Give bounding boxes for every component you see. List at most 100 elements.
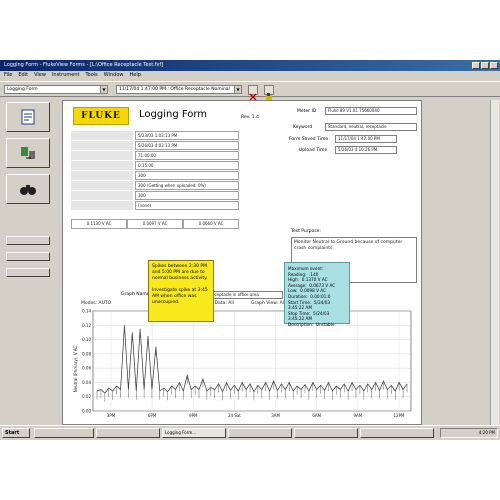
stat-high: 0.1130 V AC bbox=[71, 219, 127, 229]
field-label bbox=[71, 171, 133, 180]
uploaded-field[interactable]: 300 (Getting when uploaded: 0%) bbox=[135, 181, 239, 190]
x-tick-label: 3AM bbox=[271, 413, 280, 418]
x-tick-label: 24 Sat bbox=[228, 413, 241, 418]
y-axis: 0.14 0.12 0.10 0.08 0.06 0.04 0.02 0.00 bbox=[82, 309, 91, 414]
fluke-logo: FLUKE bbox=[73, 107, 129, 125]
maximize-button[interactable] bbox=[481, 62, 489, 69]
taskbar-item[interactable] bbox=[34, 428, 94, 438]
events-field[interactable]: (none) bbox=[135, 201, 239, 210]
form-select-value: Logging Form bbox=[7, 87, 38, 92]
side-panel bbox=[2, 100, 56, 430]
side-option-2[interactable] bbox=[6, 252, 50, 261]
application-window: Logging Form - FlukeView Forms - [L:\Off… bbox=[0, 60, 500, 440]
form-icon bbox=[21, 109, 35, 125]
start-time-field[interactable]: 5/23/03 1:03:13 PM bbox=[135, 131, 239, 140]
x-tick-label: 9AM bbox=[353, 413, 362, 418]
record-select[interactable]: 11/17/04 1:47:00 PM : Office Receptacle … bbox=[116, 85, 242, 94]
stat-average: 0.0660 V AC bbox=[183, 219, 239, 229]
menu-tools[interactable]: Tools bbox=[85, 71, 97, 80]
taskbar-item-active[interactable]: Logging Form... bbox=[162, 428, 226, 438]
annotation-text: Spikes between 2:30 PM and 5:00 PM are d… bbox=[152, 264, 208, 305]
search-button[interactable] bbox=[6, 174, 50, 204]
vertical-scrollbar[interactable] bbox=[490, 100, 499, 430]
plot-area bbox=[92, 310, 412, 412]
menu-window[interactable]: Window bbox=[104, 71, 124, 80]
y-tick-label: 0.12 bbox=[82, 323, 91, 328]
graph-name-label: Graph Name: bbox=[121, 292, 152, 297]
taskbar-item[interactable] bbox=[294, 428, 358, 438]
test-purpose-label: Test Purpose: bbox=[291, 229, 321, 234]
taskbar-item[interactable] bbox=[360, 428, 434, 438]
menu-bar: File Edit View Instrument Tools Window H… bbox=[0, 71, 500, 80]
form-view-button[interactable] bbox=[6, 102, 50, 132]
x-tick-label: 3PM bbox=[107, 413, 116, 418]
y-tick-label: 0.06 bbox=[82, 366, 91, 371]
keyword-select[interactable]: Standard, neutral, receptacle bbox=[325, 123, 417, 131]
delete-record-icon[interactable] bbox=[248, 85, 258, 101]
form-select[interactable]: Logging Form ▼ bbox=[4, 85, 108, 94]
menu-instrument[interactable]: Instrument bbox=[52, 71, 80, 80]
record-select-value: 11/17/04 1:47:00 PM : Office Receptacle … bbox=[119, 87, 230, 92]
upload-time-field[interactable]: 5/26/03 4:10:26 PM bbox=[335, 146, 397, 154]
annotation-note-cyan[interactable]: Maximum event: Reading: .140 High: 0.137… bbox=[284, 262, 350, 327]
graph-name-row: Graph Name: Neutral to Ground Volts on r… bbox=[71, 291, 411, 300]
y-tick-label: 0.04 bbox=[82, 380, 91, 385]
readings-field[interactable]: 300 bbox=[135, 171, 239, 180]
window-title: Logging Form - FlukeView Forms - [L:\Off… bbox=[4, 62, 164, 68]
close-button[interactable] bbox=[490, 62, 498, 69]
binoculars-icon bbox=[20, 185, 36, 195]
side-option-3[interactable] bbox=[6, 268, 50, 277]
system-tray: 4:20 PM bbox=[440, 428, 498, 438]
y-tick-label: 0.10 bbox=[82, 337, 91, 342]
x-axis: 3PM 6PM 9PM 24 Sat 3AM 6AM 9AM 12PM bbox=[107, 413, 405, 418]
field-label bbox=[71, 201, 133, 210]
menu-edit[interactable]: Edit bbox=[18, 71, 28, 80]
voltage-chart: 0.14 0.12 0.10 0.08 0.06 0.04 0.02 0.00 3PM 6PM 9… bbox=[73, 309, 412, 418]
menu-help[interactable]: Help bbox=[130, 71, 141, 80]
duration-field[interactable]: 71:00:00 bbox=[135, 151, 239, 160]
transfer-icon bbox=[21, 147, 35, 159]
transfer-button[interactable] bbox=[6, 138, 50, 168]
field-label bbox=[71, 151, 133, 160]
chevron-down-icon: ▼ bbox=[100, 86, 107, 93]
meter-id-field[interactable]: Fluke 89 V1.01 75660040 bbox=[325, 107, 417, 115]
upload-time-label: Upload Time bbox=[299, 148, 328, 153]
form-saved-field[interactable]: 11/17/04 1:47:00 PM bbox=[335, 135, 397, 143]
minimize-button[interactable] bbox=[472, 62, 480, 69]
menu-view[interactable]: View bbox=[34, 71, 46, 80]
taskbar-item[interactable] bbox=[96, 428, 160, 438]
stats-row: 0.1130 V AC 0.0097 V AC 0.0660 V AC bbox=[71, 219, 239, 229]
chevron-down-icon: ▼ bbox=[234, 86, 241, 93]
end-time-field[interactable]: 5/26/03 4:03:13 PM bbox=[135, 141, 239, 150]
graph-view: Graph View: All bbox=[251, 301, 286, 306]
x-tick-label: 12PM bbox=[394, 413, 406, 418]
form-title: Logging Form bbox=[139, 109, 208, 120]
field-label bbox=[71, 191, 133, 200]
y-tick-label: 0.14 bbox=[82, 309, 91, 314]
event-details-text: Maximum event: Reading: .140 High: 0.137… bbox=[288, 266, 336, 327]
y-tick-label: 0.02 bbox=[82, 394, 91, 399]
y-axis-label: Neutral (Primary), V AC bbox=[73, 345, 78, 392]
menu-file[interactable]: File bbox=[4, 71, 12, 80]
x-tick-label: 6PM bbox=[148, 413, 157, 418]
upload-icon[interactable] bbox=[264, 85, 274, 100]
taskbar: Start Logging Form... 4:20 PM bbox=[0, 425, 500, 439]
annotation-note-yellow[interactable]: Spikes between 2:30 PM and 5:00 PM are d… bbox=[148, 260, 214, 322]
field-label bbox=[71, 181, 133, 190]
form-revision: Rev. 1.4 bbox=[241, 115, 260, 120]
clock: 4:20 PM bbox=[478, 430, 495, 435]
side-option-1[interactable] bbox=[6, 236, 50, 245]
taskbar-item[interactable] bbox=[228, 428, 292, 438]
y-tick-label: 0.00 bbox=[82, 409, 91, 414]
title-bar: Logging Form - FlukeView Forms - [L:\Off… bbox=[0, 60, 500, 71]
x-tick-label: 6AM bbox=[312, 413, 321, 418]
x-tick-label: 9PM bbox=[189, 413, 198, 418]
meter-id-label: Meter ID bbox=[297, 109, 317, 114]
stat-low: 0.0097 V AC bbox=[127, 219, 183, 229]
keyword-label: Keyword bbox=[293, 125, 313, 130]
interval-field[interactable]: 0:15:00 bbox=[135, 161, 239, 170]
field-label bbox=[71, 131, 133, 140]
count-field[interactable]: 300 bbox=[135, 191, 239, 200]
start-button[interactable]: Start bbox=[2, 428, 30, 438]
y-tick-label: 0.08 bbox=[82, 351, 91, 356]
